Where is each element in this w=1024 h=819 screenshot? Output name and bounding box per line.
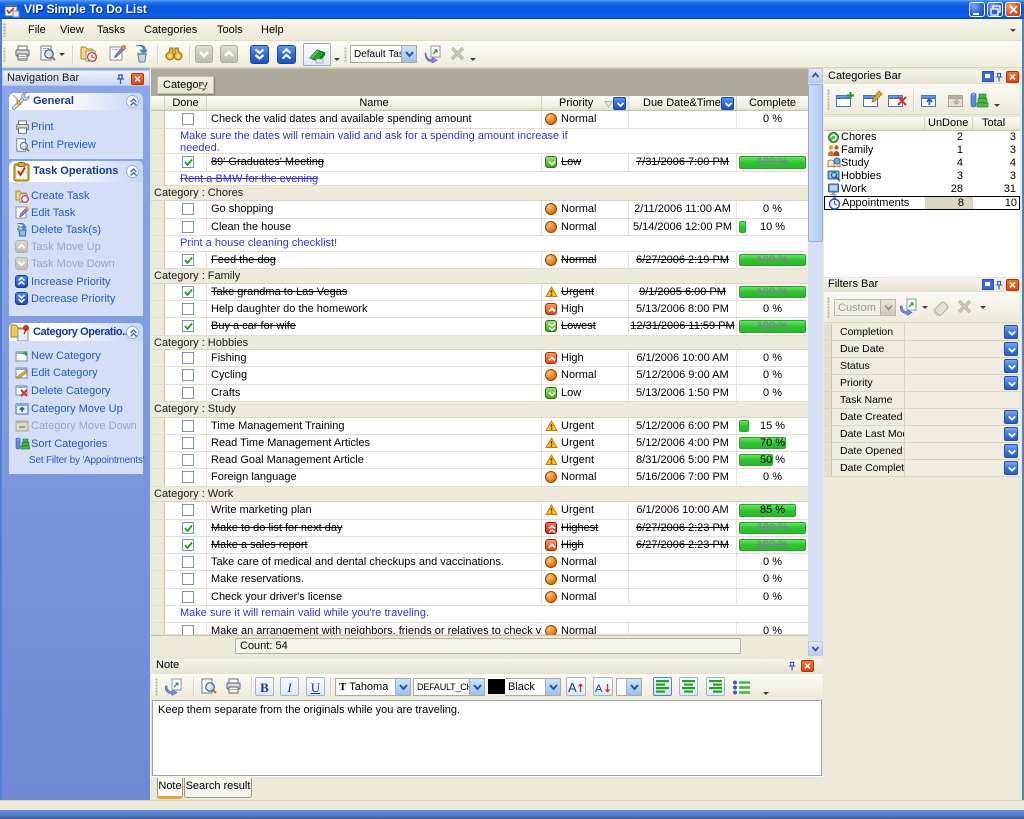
svg-text:A: A [568, 680, 577, 694]
svg-text:A: A [595, 683, 603, 694]
